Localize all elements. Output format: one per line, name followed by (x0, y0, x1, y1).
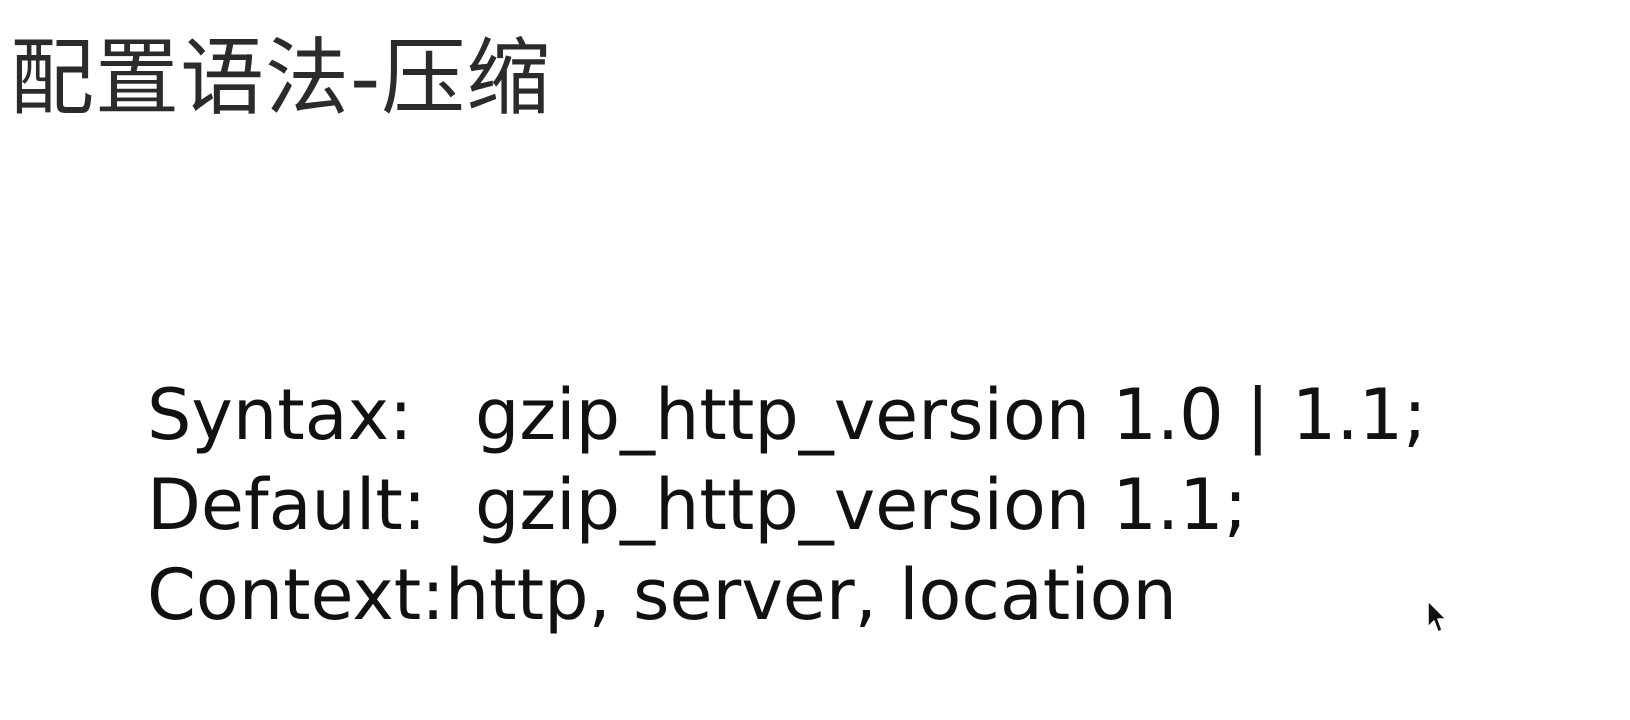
syntax-value: gzip_http_version 1.0 | 1.1; (475, 374, 1427, 456)
context-label: Context: (147, 554, 445, 636)
syntax-label: Syntax: (147, 374, 413, 456)
default-row: Default: gzip_http_version 1.1; (147, 460, 1427, 550)
context-row: Context: http, server, location (147, 550, 1427, 640)
mouse-pointer-icon (1427, 600, 1447, 633)
slide-title: 配置语法-压缩 (10, 29, 552, 127)
context-value: http, server, location (444, 554, 1177, 636)
default-value: gzip_http_version 1.1; (475, 464, 1248, 546)
default-label: Default: (147, 464, 427, 546)
syntax-row: Syntax: gzip_http_version 1.0 | 1.1; (147, 370, 1427, 460)
directive-block: Syntax: gzip_http_version 1.0 | 1.1; Def… (147, 370, 1427, 640)
